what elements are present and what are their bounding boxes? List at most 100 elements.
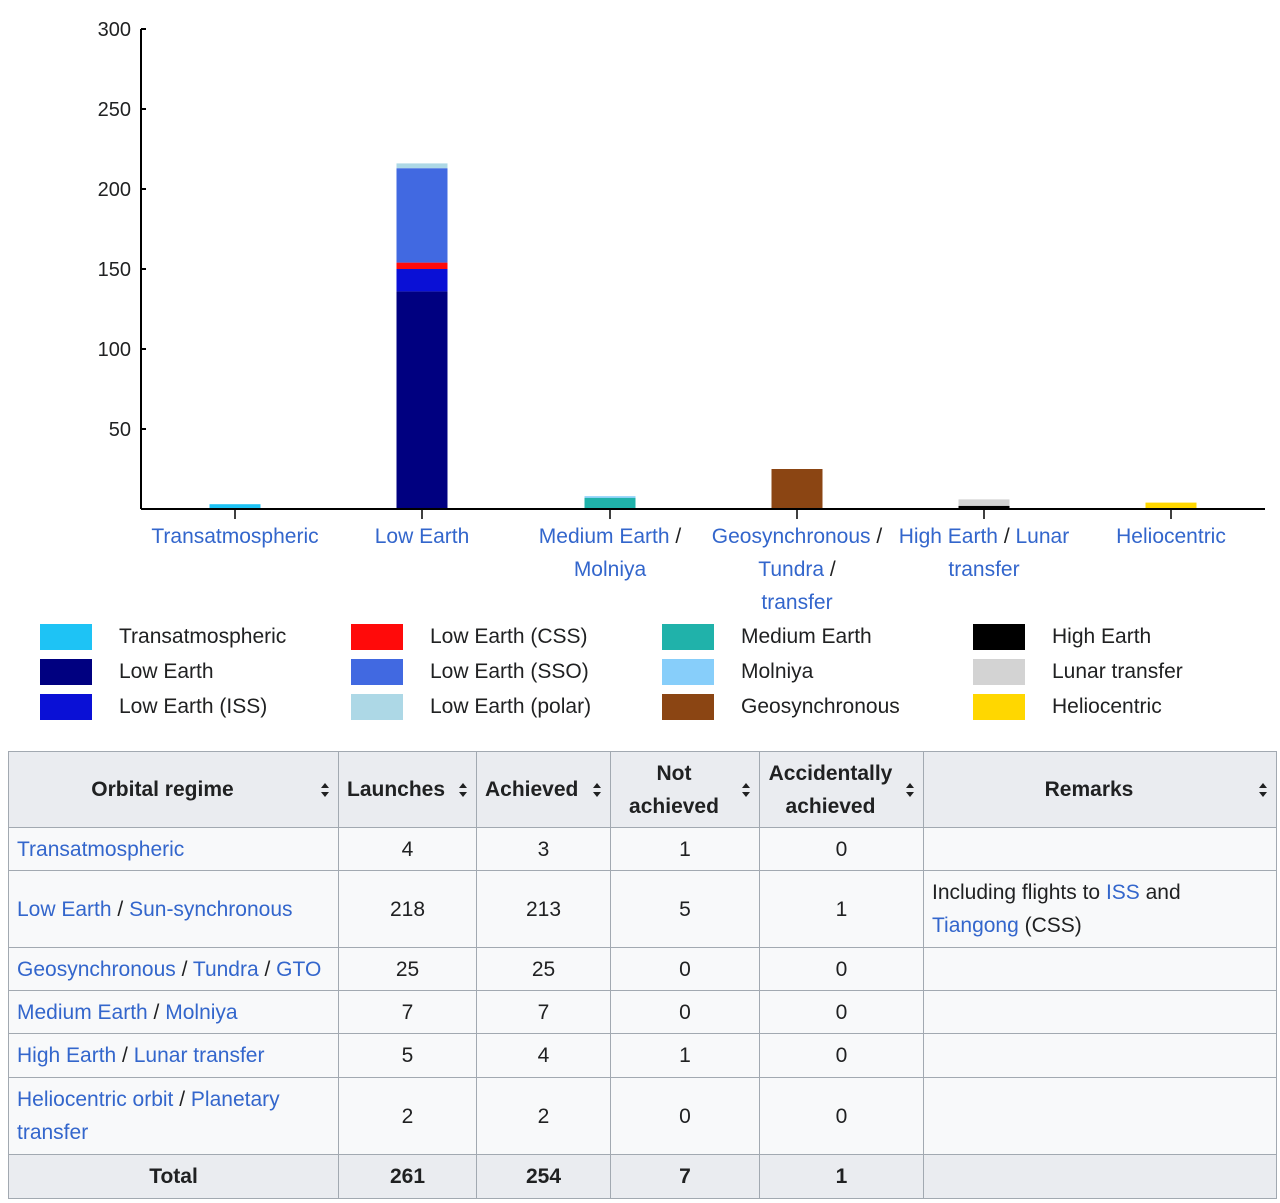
header-launches-label: Launches <box>347 778 446 801</box>
x-tick-label: Medium Earth / Molniya <box>515 520 705 586</box>
wiki-link[interactable]: Tiangong <box>932 914 1019 937</box>
legend-label: Heliocentric <box>1052 695 1162 718</box>
y-tick-label: 50 <box>109 419 131 441</box>
category-link[interactable]: Transatmospheric <box>151 525 318 548</box>
wiki-link[interactable]: Sun-synchronous <box>129 898 292 921</box>
legend-swatch <box>40 624 92 650</box>
legend-swatch <box>351 694 403 720</box>
total-launches: 261 <box>338 1154 477 1199</box>
cell-not-achieved: 5 <box>610 870 760 948</box>
category-link[interactable]: Lunar <box>1016 525 1070 548</box>
bar-segment[interactable] <box>396 269 448 292</box>
header-launches[interactable]: Launches <box>338 751 477 828</box>
sort-icon[interactable] <box>458 782 468 798</box>
category-link[interactable]: Low Earth <box>375 525 470 548</box>
sort-icon[interactable] <box>741 782 751 798</box>
cell-remarks: Including flights to ISS and Tiangong (C… <box>923 870 1277 948</box>
legend-swatch <box>662 694 714 720</box>
legend-label: High Earth <box>1052 625 1152 648</box>
bar-segment[interactable] <box>958 499 1010 506</box>
bar-segment[interactable] <box>584 497 636 509</box>
legend-item: Low Earth <box>40 657 214 687</box>
header-remarks-label: Remarks <box>1044 778 1134 801</box>
table-row: High Earth / Lunar transfer 5 4 1 0 <box>8 1033 1277 1078</box>
y-tick-label: 250 <box>98 99 131 121</box>
legend-item: Medium Earth <box>662 622 872 652</box>
table-body: Transatmospheric 4 3 1 0 Low Earth / Sun-sync… <box>8 827 1277 1155</box>
bar-segment[interactable] <box>396 168 448 263</box>
cell-launches: 25 <box>338 947 477 991</box>
header-not-achieved-label: Not achieved <box>629 761 719 818</box>
header-accidentally-achieved[interactable]: Accidentally achieved <box>759 751 924 828</box>
wiki-link[interactable]: GTO <box>276 958 321 981</box>
legend-swatch <box>662 624 714 650</box>
legend-item: Molniya <box>662 657 813 687</box>
bar-segment[interactable] <box>396 163 448 169</box>
category-link[interactable]: transfer <box>761 591 832 614</box>
table-row: Geosynchronous / Tundra / GTO 25 25 0 0 <box>8 947 1277 991</box>
cell-not-achieved: 1 <box>610 1033 760 1078</box>
wiki-link[interactable]: Lunar transfer <box>134 1044 265 1067</box>
bar-segment[interactable] <box>584 496 636 498</box>
legend-item: Heliocentric <box>973 692 1162 722</box>
legend-item: Low Earth (CSS) <box>351 622 588 652</box>
total-accidentally-achieved: 1 <box>759 1154 924 1199</box>
cell-accidentally-achieved: 0 <box>759 947 924 991</box>
wiki-link[interactable]: Low Earth <box>17 898 112 921</box>
text: (CSS) <box>1018 914 1082 937</box>
header-orbital-regime[interactable]: Orbital regime <box>8 751 339 828</box>
text: / <box>111 897 130 921</box>
legend-swatch <box>973 659 1025 685</box>
x-axis <box>141 508 1265 519</box>
cell-launches: 218 <box>338 870 477 948</box>
category-link[interactable]: High Earth <box>899 525 998 548</box>
x-tick-label: Heliocentric <box>1076 520 1266 553</box>
header-achieved[interactable]: Achieved <box>476 751 611 828</box>
total-label: Total <box>8 1154 339 1199</box>
legend-swatch <box>40 694 92 720</box>
bars <box>209 163 1197 509</box>
category-link[interactable]: Heliocentric <box>1116 525 1226 548</box>
cell-orbital-regime: Transatmospheric <box>8 827 339 871</box>
bar-segment[interactable] <box>396 291 448 509</box>
wiki-link[interactable]: ISS <box>1106 881 1140 904</box>
sort-icon[interactable] <box>1258 782 1268 798</box>
cell-not-achieved: 1 <box>610 827 760 871</box>
sort-icon[interactable] <box>320 782 330 798</box>
wiki-link[interactable]: Medium Earth <box>17 1001 148 1024</box>
wiki-link[interactable]: High Earth <box>17 1044 116 1067</box>
wiki-link[interactable]: Geosynchronous <box>17 958 176 981</box>
total-not-achieved: 7 <box>610 1154 760 1199</box>
cell-orbital-regime: Geosynchronous / Tundra / GTO <box>8 947 339 991</box>
header-remarks[interactable]: Remarks <box>923 751 1277 828</box>
wiki-link[interactable]: Molniya <box>165 1001 237 1024</box>
category-link[interactable]: Tundra <box>758 558 824 581</box>
header-not-achieved[interactable]: Not achieved <box>610 751 760 828</box>
cell-orbital-regime: High Earth / Lunar transfer <box>8 1033 339 1078</box>
text: and <box>1139 881 1181 904</box>
cell-achieved: 4 <box>476 1033 611 1078</box>
legend-label: Medium Earth <box>741 625 872 648</box>
wiki-link[interactable]: Heliocentric orbit <box>17 1088 173 1111</box>
legend-item: High Earth <box>973 622 1151 652</box>
cell-remarks <box>923 1033 1277 1078</box>
sort-icon[interactable] <box>905 782 915 798</box>
cell-orbital-regime: Medium Earth / Molniya <box>8 990 339 1034</box>
text: / <box>147 1000 166 1024</box>
wiki-link[interactable]: Tundra <box>193 958 259 981</box>
category-link[interactable]: Medium Earth <box>539 525 670 548</box>
wiki-link[interactable]: Transatmospheric <box>17 838 184 861</box>
cell-not-achieved: 0 <box>610 947 760 991</box>
cell-not-achieved: 0 <box>610 990 760 1034</box>
sort-icon[interactable] <box>592 782 602 798</box>
category-link[interactable]: Molniya <box>574 558 646 581</box>
bar-segment[interactable] <box>396 262 448 269</box>
legend-label: Geosynchronous <box>741 695 900 718</box>
table-row: Heliocentric orbit / Planetary transfer 2… <box>8 1077 1277 1155</box>
category-link[interactable]: transfer <box>948 558 1019 581</box>
cell-remarks <box>923 827 1277 871</box>
category-link[interactable]: Geosynchronous <box>712 525 871 548</box>
legend-item: Lunar transfer <box>973 657 1183 687</box>
y-tick-label: 150 <box>98 259 131 281</box>
bar-segment[interactable] <box>771 469 823 509</box>
